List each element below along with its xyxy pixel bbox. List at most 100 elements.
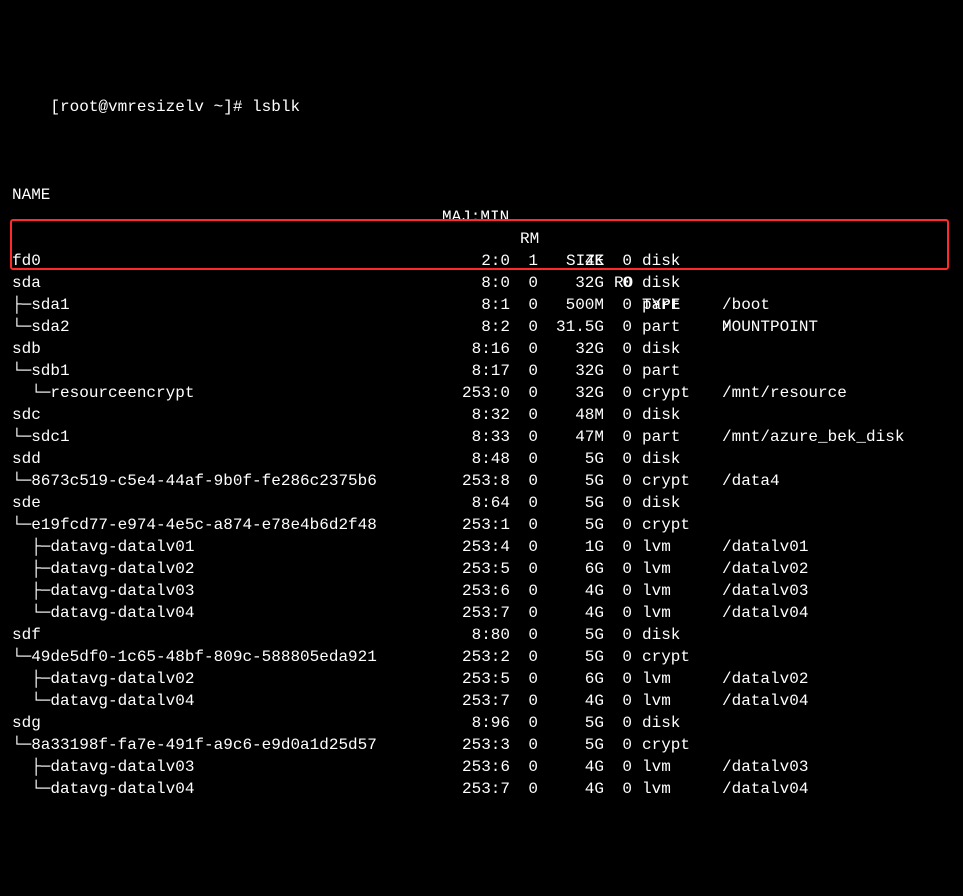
cell-size: 5G bbox=[548, 712, 604, 734]
cell-type: disk bbox=[642, 492, 692, 514]
cell-name: └─datavg-datalv04 bbox=[12, 778, 194, 800]
cell-type: part bbox=[642, 316, 692, 338]
lsblk-row: sdf8:8005G0disk bbox=[12, 624, 951, 646]
cell-type: disk bbox=[642, 624, 692, 646]
lsblk-row: └─datavg-datalv04253:704G0lvm/datalv04 bbox=[12, 778, 951, 800]
cell-ro: 0 bbox=[614, 316, 632, 338]
cell-mount: /datalv02 bbox=[722, 558, 808, 580]
cell-ro: 0 bbox=[614, 756, 632, 778]
cell-rm: 0 bbox=[520, 316, 538, 338]
cell-name: └─sdc1 bbox=[12, 426, 70, 448]
cell-size: 5G bbox=[548, 470, 604, 492]
cell-name: ├─sda1 bbox=[12, 294, 70, 316]
cell-type: part bbox=[642, 426, 692, 448]
cell-name: └─resourceencrypt bbox=[12, 382, 194, 404]
cell-majmin: 253:5 bbox=[442, 668, 510, 690]
lsblk-row: ├─datavg-datalv02253:506G0lvm/datalv02 bbox=[12, 668, 951, 690]
cell-name: sdc bbox=[12, 404, 41, 426]
cell-ro: 0 bbox=[614, 602, 632, 624]
lsblk-row: ├─datavg-datalv02253:506G0lvm/datalv02 bbox=[12, 558, 951, 580]
cell-name: ├─datavg-datalv03 bbox=[12, 580, 194, 602]
cell-name: └─sdb1 bbox=[12, 360, 70, 382]
cell-ro: 0 bbox=[614, 272, 632, 294]
cell-ro: 0 bbox=[614, 734, 632, 756]
hdr-majmin: MAJ:MIN bbox=[442, 206, 509, 228]
cell-name: ├─datavg-datalv01 bbox=[12, 536, 194, 558]
shell-prompt: [root@vmresizelv ~]# lsblk bbox=[50, 98, 300, 116]
cell-type: crypt bbox=[642, 734, 692, 756]
cell-size: 4G bbox=[548, 756, 604, 778]
cell-ro: 0 bbox=[614, 514, 632, 536]
cell-mount: /datalv01 bbox=[722, 536, 808, 558]
cell-size: 5G bbox=[548, 734, 604, 756]
cell-ro: 0 bbox=[614, 338, 632, 360]
cell-rm: 0 bbox=[520, 470, 538, 492]
lsblk-row: └─49de5df0-1c65-48bf-809c-588805eda921 25… bbox=[12, 646, 951, 668]
cell-name: └─datavg-datalv04 bbox=[12, 690, 194, 712]
cell-name: ├─datavg-datalv03 bbox=[12, 756, 194, 778]
cell-ro: 0 bbox=[614, 580, 632, 602]
cell-rm: 0 bbox=[520, 778, 538, 800]
cell-rm: 0 bbox=[520, 756, 538, 778]
lsblk-row: └─datavg-datalv04253:704G0lvm/datalv04 bbox=[12, 690, 951, 712]
cell-rm: 0 bbox=[520, 272, 538, 294]
cell-rm: 0 bbox=[520, 580, 538, 602]
cell-rm: 0 bbox=[520, 558, 538, 580]
cell-size: 5G bbox=[548, 646, 604, 668]
cell-type: disk bbox=[642, 272, 692, 294]
cell-name: └─e19fcd77-e974-4e5c-a874-e78e4b6d2f48 bbox=[12, 514, 377, 536]
lsblk-row: └─e19fcd77-e974-4e5c-a874-e78e4b6d2f4825… bbox=[12, 514, 951, 536]
cell-majmin: 253:7 bbox=[442, 690, 510, 712]
lsblk-row: └─datavg-datalv04253:704G0lvm/datalv04 bbox=[12, 602, 951, 624]
cell-majmin: 253:2 bbox=[442, 646, 510, 668]
cell-ro: 0 bbox=[614, 492, 632, 514]
lsblk-row: ├─datavg-datalv01253:401G0lvm/datalv01 bbox=[12, 536, 951, 558]
cell-mount: / bbox=[722, 316, 732, 338]
cell-name: sda bbox=[12, 272, 41, 294]
cell-mount: /mnt/resource bbox=[722, 382, 847, 404]
cell-name: sdg bbox=[12, 712, 41, 734]
cell-size: 5G bbox=[548, 514, 604, 536]
cell-size: 32G bbox=[548, 272, 604, 294]
cell-name: └─8a33198f-fa7e-491f-a9c6-e9d0a1d25d57 bbox=[12, 734, 377, 756]
cell-rm: 0 bbox=[520, 360, 538, 382]
cell-majmin: 8:16 bbox=[442, 338, 510, 360]
cell-size: 5G bbox=[548, 448, 604, 470]
cell-rm: 0 bbox=[520, 448, 538, 470]
cell-size: 500M bbox=[548, 294, 604, 316]
cell-type: disk bbox=[642, 250, 692, 272]
cell-rm: 0 bbox=[520, 338, 538, 360]
lsblk-row: sde8:6405G0disk bbox=[12, 492, 951, 514]
cell-majmin: 253:7 bbox=[442, 778, 510, 800]
cell-mount: /datalv04 bbox=[722, 778, 808, 800]
cell-ro: 0 bbox=[614, 690, 632, 712]
cell-size: 1G bbox=[548, 536, 604, 558]
hdr-rm: RM bbox=[520, 228, 539, 250]
lsblk-row: sdd8:4805G0disk bbox=[12, 448, 951, 470]
cell-mount: /datalv04 bbox=[722, 690, 808, 712]
cell-size: 5G bbox=[548, 624, 604, 646]
cell-size: 4G bbox=[548, 580, 604, 602]
cell-ro: 0 bbox=[614, 712, 632, 734]
cell-mount: /datalv04 bbox=[722, 602, 808, 624]
lsblk-row: ├─sda18:10500M0part/boot bbox=[12, 294, 951, 316]
cell-mount: /datalv02 bbox=[722, 668, 808, 690]
cell-rm: 0 bbox=[520, 492, 538, 514]
lsblk-row: sdg8:9605G0disk bbox=[12, 712, 951, 734]
cell-rm: 0 bbox=[520, 404, 538, 426]
cell-majmin: 2:0 bbox=[442, 250, 510, 272]
lsblk-row: └─8673c519-c5e4-44af-9b0f-fe286c2375b625… bbox=[12, 470, 951, 492]
cell-mount: /mnt/azure_bek_disk bbox=[722, 426, 904, 448]
lsblk-rows: fd02:014K0disksda8:0032G0disk├─sda18:105… bbox=[12, 250, 951, 800]
cell-ro: 0 bbox=[614, 536, 632, 558]
cell-size: 32G bbox=[548, 360, 604, 382]
cell-type: lvm bbox=[642, 558, 692, 580]
cell-type: disk bbox=[642, 338, 692, 360]
cell-size: 4K bbox=[548, 250, 604, 272]
lsblk-row: └─sda28:2031.5G0part/ bbox=[12, 316, 951, 338]
cell-size: 32G bbox=[548, 382, 604, 404]
cell-name: ├─datavg-datalv02 bbox=[12, 558, 194, 580]
cell-type: lvm bbox=[642, 778, 692, 800]
cell-size: 4G bbox=[548, 602, 604, 624]
cell-name: └─49de5df0-1c65-48bf-809c-588805eda921 bbox=[12, 646, 377, 668]
